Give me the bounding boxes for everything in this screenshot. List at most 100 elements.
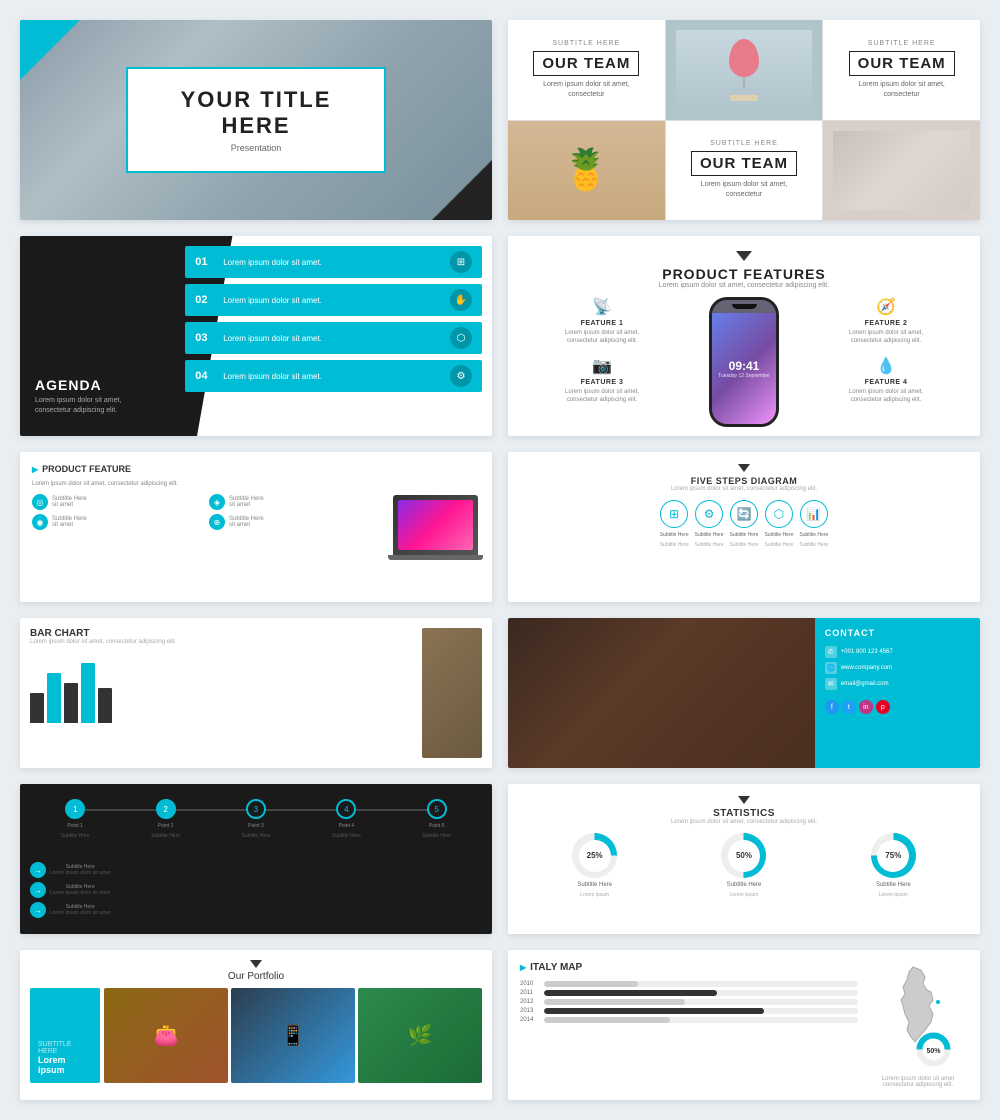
bar-fill-3	[64, 683, 78, 723]
agenda-text-4: Lorem ipsum dolor sit amet.	[223, 372, 450, 381]
team-cell-balloon	[666, 20, 823, 120]
social-icons: f t in p	[825, 700, 970, 714]
step-2-circle: ⚙	[695, 500, 723, 528]
roadmap-node-4: 4 Point 4 Subtitle Here	[332, 799, 361, 839]
stat-sublabel-3: sit amet	[52, 522, 87, 528]
team-desc-5: Lorem ipsum dolor sit amet,consectetur	[701, 180, 787, 200]
stat-sublabel-2: Lorem ipsum	[730, 892, 759, 898]
agenda-desc: Lorem ipsum dolor sit amet,consectetur a…	[35, 396, 121, 416]
roadmap-arrow-icon-2: →	[30, 882, 46, 898]
contact-phone-icon: ✆	[825, 646, 837, 658]
italy-bar-track-2	[544, 990, 858, 996]
feature-1-desc: Lorem ipsum dolor sit amet,consectetur a…	[565, 329, 639, 346]
slide-bar-chart: BAR CHART Lorem ipsum dolor sit amet, co…	[20, 618, 492, 768]
donut-inner-1: 25%	[579, 840, 611, 872]
contact-web-icon: 🌐	[825, 662, 837, 674]
roadmap-circle-4: 4	[336, 799, 356, 819]
bar-fill-5	[98, 688, 112, 723]
italy-bar-track-1	[544, 981, 858, 987]
feature-item-1: 📡 FEATURE 1 Lorem ipsum dolor sit amet,c…	[528, 297, 676, 346]
pinterest-icon: p	[876, 700, 890, 714]
agenda-title: AGENDA	[35, 377, 121, 393]
portfolio-heading: Lorem ipsum	[38, 1055, 92, 1075]
feature-3-label: FEATURE 3	[581, 379, 624, 386]
team-cell-1: SUBTITLE HERE OUR TEAM Lorem ipsum dolor…	[508, 20, 665, 120]
step-3-circle: 🔄	[730, 500, 758, 528]
features-arrow	[736, 251, 752, 261]
roadmap-arrow-sublabel-2: Lorem ipsum dolor sit amet	[50, 890, 110, 896]
contact-web: www.company.com	[841, 665, 892, 671]
product-feature-desc: Lorem ipsum dolor sit amet, consectetur …	[32, 480, 382, 488]
italy-bar-1: 2010	[520, 981, 858, 987]
roadmap-label-5: Point 5	[429, 823, 445, 829]
agenda-text-1: Lorem ipsum dolor sit amet.	[223, 258, 450, 267]
slide-statistics: STATISTICS Lorem ipsum dolor sit amet, c…	[508, 784, 980, 934]
roadmap-arrow-icon-3: →	[30, 902, 46, 918]
product-feature-title: PRODUCT FEATURE	[32, 464, 382, 474]
italy-map-visual: 50% Lorem ipsum dolor sit amet consectet…	[868, 962, 968, 1088]
stat-3: 75% Subtitle Here Lorem ipsum	[871, 833, 916, 898]
feature-3-desc: Lorem ipsum dolor sit amet,consectetur a…	[565, 388, 639, 405]
roadmap-circle-5: 5	[427, 799, 447, 819]
agenda-item-4: 04 Lorem ipsum dolor sit amet. ⚙	[185, 360, 482, 392]
slide-product-feature-small: PRODUCT FEATURE Lorem ipsum dolor sit am…	[20, 452, 492, 602]
italy-bar-label-5: 2014	[520, 1017, 540, 1023]
step-4-label: Subtitle Here	[764, 532, 793, 538]
stats-subtitle: Lorem ipsum dolor sit amet, consectetur …	[520, 819, 968, 825]
italy-donut-svg: 50%	[916, 1032, 951, 1067]
portfolio-subtitle: SUBTITLE HERE	[38, 1041, 92, 1055]
italy-bar-track-5	[544, 1017, 858, 1023]
contact-phone: +001 800 123 4567	[841, 649, 893, 655]
team-desc-3: Lorem ipsum dolor sit amet,consectetur	[858, 80, 944, 100]
bar-fill-4	[81, 663, 95, 723]
portfolio-img-phone: 📱	[231, 988, 355, 1083]
team-cell-pineapple: 🍍	[508, 121, 665, 221]
roadmap-label-4: Point 4	[339, 823, 355, 829]
stat-2: 50% Subtitle Here Lorem ipsum	[721, 833, 766, 898]
stat-sublabel-1: sit amet	[52, 502, 87, 508]
feature-4-label: FEATURE 4	[865, 379, 908, 386]
donut-inner-3: 75%	[877, 840, 909, 872]
step-4-circle: ⬡	[765, 500, 793, 528]
italy-bar-fill-5	[544, 1017, 670, 1023]
bar-chart-subtitle: Lorem ipsum dolor sit amet, consectetur …	[30, 639, 414, 645]
team-cell-5: SUBTITLE HERE OUR TEAM Lorem ipsum dolor…	[666, 121, 823, 221]
feature-4-desc: Lorem ipsum dolor sit amet,consectetur a…	[849, 388, 923, 405]
portfolio-img-wallet: 👛	[104, 988, 228, 1083]
feature-item-2: 🧭 FEATURE 2 Lorem ipsum dolor sit amet,c…	[812, 297, 960, 346]
stat-icon-3: ◉	[32, 514, 48, 530]
contact-item-2: 🌐 www.company.com	[825, 662, 970, 674]
portfolio-img-plant: 🌿	[358, 988, 482, 1083]
step-5-circle: 📊	[800, 500, 828, 528]
slide-team-grid: SUBTITLE HERE OUR TEAM Lorem ipsum dolor…	[508, 20, 980, 220]
phone-screen: 09:41 Tuesday 12 September	[712, 313, 776, 424]
svg-text:50%: 50%	[926, 1048, 941, 1055]
italy-bar-3: 2012	[520, 999, 858, 1005]
slide-italy-map: ITALY MAP 2010 2011 2012	[508, 950, 980, 1100]
italy-bar-5: 2014	[520, 1017, 858, 1023]
feature-item-3: 📷 FEATURE 3 Lorem ipsum dolor sit amet,c…	[528, 356, 676, 405]
roadmap-arrow-sublabel-3: Lorem ipsum dolor sit amet	[50, 910, 110, 916]
phone-notch	[732, 304, 757, 309]
team-title-1: OUR TEAM	[533, 51, 639, 76]
step-5-label: Subtitle Here	[799, 532, 828, 538]
feature-3-icon: 📷	[592, 356, 612, 376]
agenda-icon-4: ⚙	[450, 365, 472, 387]
italy-bar-4: 2013	[520, 1008, 858, 1014]
roadmap-circle-3: 3	[246, 799, 266, 819]
bar-fill-1	[30, 693, 44, 723]
slide-roadmap: 1 Point 1 Subtitle Here 2 Point 2 Subtit…	[20, 784, 492, 934]
step-5-sublabel: Subtitle Here	[799, 542, 828, 548]
step-2: ⚙ Subtitle Here Subtitle Here	[695, 500, 724, 548]
italy-bar-track-4	[544, 1008, 858, 1014]
feature-stat-1: ◎ Subtitle Here sit amet	[32, 494, 205, 510]
roadmap-node-2: 2 Point 2 Subtitle Here	[151, 799, 180, 839]
bar-1	[30, 693, 44, 723]
bar-4	[81, 663, 95, 723]
team-cell-3: SUBTITLE HERE OUR TEAM Lorem ipsum dolor…	[823, 20, 980, 120]
roadmap-node-3: 3 Point 3 Subtitle Here	[242, 799, 271, 839]
stat-sublabel-3: Lorem ipsum	[879, 892, 908, 898]
feature-item-4: 💧 FEATURE 4 Lorem ipsum dolor sit amet,c…	[812, 356, 960, 405]
slide-five-steps: FIVE STEPS DIAGRAM Lorem ipsum dolor sit…	[508, 452, 980, 602]
agenda-text-3: Lorem ipsum dolor sit amet.	[223, 334, 450, 343]
